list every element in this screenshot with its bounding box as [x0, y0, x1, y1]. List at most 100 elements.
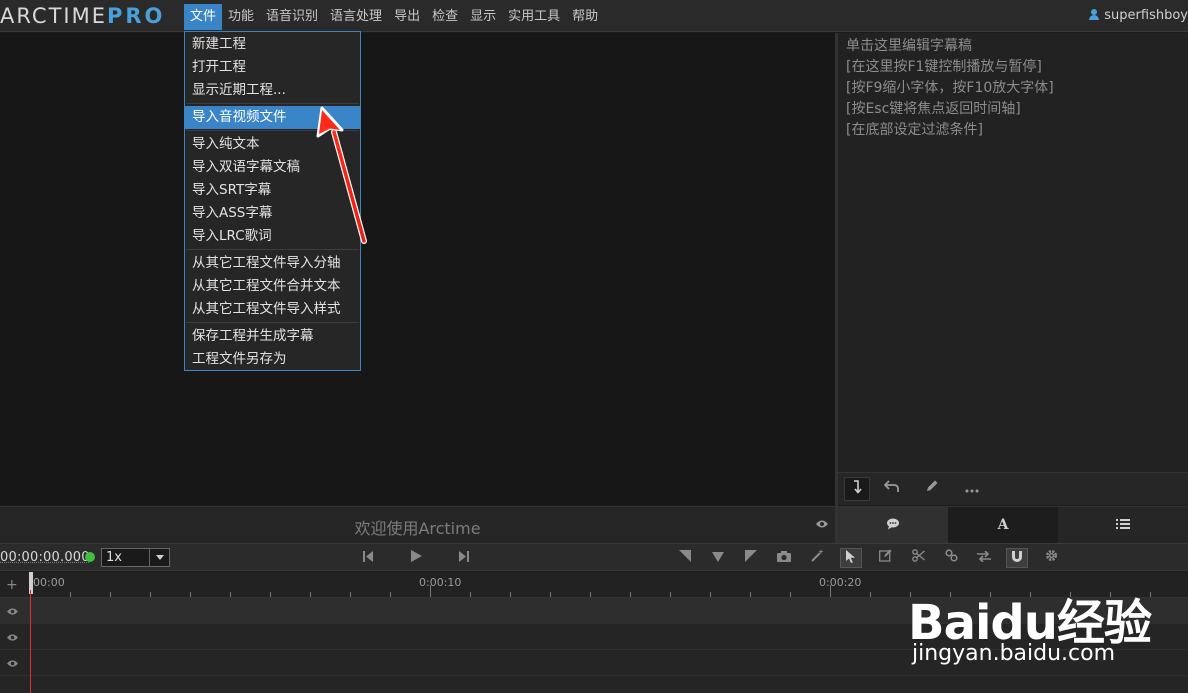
hint-line: 单击这里编辑字幕稿 [846, 38, 972, 54]
ruler-tick [150, 592, 151, 597]
menu-item-import-srt[interactable]: 导入SRT字幕 [185, 179, 360, 202]
menu-export[interactable]: 导出 [388, 4, 426, 30]
undo-icon[interactable] [879, 477, 905, 501]
pointer-icon[interactable] [840, 548, 862, 568]
menu-item-import-ass[interactable]: 导入ASS字幕 [185, 202, 360, 225]
ruler-tick [590, 592, 591, 597]
menu-item-open-project[interactable]: 打开工程 [185, 56, 360, 79]
playback-bar: 00:00:00.000 1x [0, 543, 1188, 571]
magnet-icon[interactable] [1006, 548, 1028, 568]
menu-item-import-styles[interactable]: 从其它工程文件导入样式 [185, 298, 360, 321]
menu-item-import-media[interactable]: 导入音视频文件 [185, 106, 360, 129]
subtitle-editor[interactable]: 单击这里编辑字幕稿 [在这里按F1键控制播放与暂停] [按F9缩小字体，按F10… [838, 33, 1188, 472]
ruler-tick [670, 592, 671, 597]
menu-item-import-lrc[interactable]: 导入LRC歌词 [185, 225, 360, 248]
mark-out-icon[interactable] [740, 548, 762, 568]
menu-item-recent-projects[interactable]: 显示近期工程... [185, 79, 360, 102]
menu-language-processing[interactable]: 语言处理 [324, 4, 388, 30]
menu-check[interactable]: 检查 [426, 4, 464, 30]
menu-divider [186, 130, 359, 131]
magic-wand-icon[interactable] [806, 548, 828, 568]
editor-hint-text: 单击这里编辑字幕稿 [在这里按F1键控制播放与暂停] [按F9缩小字体，按F10… [846, 36, 1054, 141]
chat-bubble-icon [887, 518, 899, 530]
hint-line: [按F9缩小字体，按F10放大字体] [846, 80, 1054, 96]
hint-line: [在这里按F1键控制播放与暂停] [846, 59, 1042, 75]
skip-start-icon[interactable] [357, 548, 379, 568]
timecode-display[interactable]: 00:00:00.000 [0, 550, 90, 565]
tab-subtitle-text[interactable] [838, 507, 948, 543]
logo-pro-text: PRO [106, 4, 166, 28]
pencil-icon[interactable] [919, 477, 945, 501]
ruler-tick [430, 585, 431, 597]
more-icon[interactable] [959, 477, 985, 501]
ruler-tick [630, 592, 631, 597]
menubar: ARCTIMEPRO 文件 功能 语音识别 语言处理 导出 检查 显示 实用工具… [0, 0, 1188, 32]
menu-file[interactable]: 文件 [184, 4, 223, 30]
menu-item-new-project[interactable]: 新建工程 [185, 33, 360, 56]
user-name: superfishboy [1104, 8, 1188, 23]
watermark-url: jingyan.baidu.com [912, 641, 1116, 666]
link-icon[interactable] [940, 548, 962, 568]
skip-end-icon[interactable] [453, 548, 475, 568]
tab-list[interactable] [1058, 507, 1188, 543]
ruler-tick [70, 592, 71, 597]
add-track-icon[interactable]: + [6, 577, 18, 593]
ruler-tick [270, 592, 271, 597]
ruler-tick [830, 585, 831, 597]
menu-utilities[interactable]: 实用工具 [502, 4, 566, 30]
speed-value: 1x [106, 550, 122, 565]
editor-toolbar [838, 472, 1188, 505]
speed-select[interactable]: 1x [101, 548, 170, 567]
preview-status-bar: 欢迎使用Arctime [0, 506, 835, 543]
menu-item-save-and-generate[interactable]: 保存工程并生成字幕 [185, 325, 360, 348]
ruler-tick [870, 592, 871, 597]
menu-item-merge-text[interactable]: 从其它工程文件合并文本 [185, 275, 360, 298]
video-preview[interactable] [0, 33, 835, 505]
welcome-text: 欢迎使用Arctime [354, 519, 481, 538]
play-icon[interactable] [405, 548, 427, 568]
menu-divider [186, 103, 359, 104]
ruler-tick [790, 592, 791, 597]
user-account[interactable]: superfishboy [1089, 6, 1188, 26]
menu-divider [186, 249, 359, 250]
ruler-label: 0:00:20 [819, 576, 862, 589]
ruler-tick [110, 592, 111, 597]
swap-icon[interactable] [973, 548, 995, 568]
gear-icon[interactable] [1040, 548, 1062, 568]
menu-item-import-timing[interactable]: 从其它工程文件导入分轴 [185, 252, 360, 275]
ruler-tick [390, 592, 391, 597]
list-icon [1116, 519, 1130, 529]
menu-speech-recognition[interactable]: 语音识别 [260, 4, 324, 30]
camera-icon[interactable] [773, 548, 795, 568]
hint-line: [按Esc键将焦点返回时间轴] [846, 101, 1021, 117]
hint-line: [在底部设定过滤条件] [846, 122, 983, 138]
eye-icon[interactable] [815, 518, 829, 533]
menu-display[interactable]: 显示 [464, 4, 502, 30]
mark-in-icon[interactable] [674, 548, 696, 568]
menu-functions[interactable]: 功能 [222, 4, 260, 30]
logo-text: ARCTIME [0, 4, 107, 28]
scissors-icon[interactable] [907, 548, 929, 568]
eye-icon[interactable] [6, 605, 19, 620]
user-icon [1089, 9, 1100, 20]
eye-icon[interactable] [6, 657, 19, 672]
eye-icon[interactable] [6, 631, 19, 646]
menu-item-import-bilingual[interactable]: 导入双语字幕文稿 [185, 156, 360, 179]
ruler-tick [510, 592, 511, 597]
ruler-tick [710, 592, 711, 597]
chevron-down-icon [149, 549, 169, 566]
menu-help[interactable]: 帮助 [566, 4, 604, 30]
menu-item-save-as[interactable]: 工程文件另存为 [185, 348, 360, 371]
menu-item-import-plain-text[interactable]: 导入纯文本 [185, 133, 360, 156]
tab-font-style[interactable]: A [948, 507, 1058, 543]
app-logo: ARCTIMEPRO [0, 3, 165, 29]
menu-divider [186, 322, 359, 323]
ruler-tick [190, 592, 191, 597]
edit-icon[interactable] [874, 548, 896, 568]
mark-down-icon[interactable] [707, 548, 729, 568]
main-menu: 文件 功能 语音识别 语言处理 导出 检查 显示 实用工具 帮助 [184, 4, 604, 30]
status-indicator [85, 552, 95, 562]
ruler-tick [470, 592, 471, 597]
ruler-tick [550, 592, 551, 597]
insert-line-icon[interactable] [844, 477, 870, 501]
